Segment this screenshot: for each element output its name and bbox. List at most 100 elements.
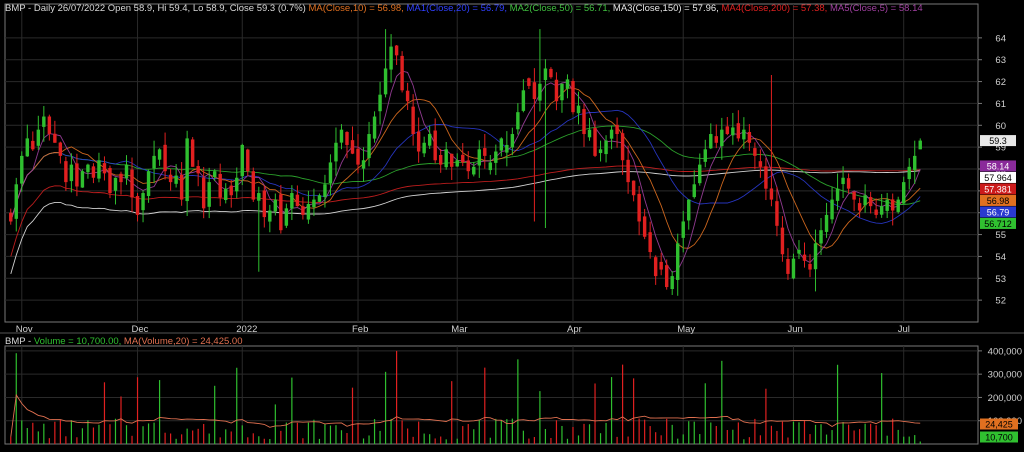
candle-body — [273, 199, 278, 212]
candle-body — [345, 132, 349, 145]
time-axis-label: 2022 — [236, 324, 257, 335]
candle-body — [301, 206, 305, 215]
time-axis-label: May — [677, 324, 695, 335]
price-marker-label: 56.79 — [987, 207, 1010, 217]
price-marker-label: 59.3 — [989, 136, 1007, 146]
candle-body — [775, 201, 779, 226]
candle-body — [312, 199, 316, 208]
candle-body — [168, 174, 173, 183]
candle-body — [400, 55, 404, 91]
candle-body — [554, 79, 559, 102]
candle-body — [207, 182, 211, 207]
candle-body — [813, 243, 818, 270]
candle-body — [466, 160, 470, 172]
candle-body — [615, 124, 619, 135]
candle-body — [152, 155, 156, 169]
candle-body — [14, 184, 18, 219]
candle-body — [124, 164, 129, 179]
candle-body — [758, 161, 763, 167]
time-axis-label: Jun — [787, 324, 802, 335]
price-marker-label: 57.381 — [984, 184, 1012, 194]
candle-body — [714, 136, 719, 143]
volume-header-part: Volume = 10,700.00, — [33, 336, 124, 347]
candle-body — [394, 45, 399, 56]
price-header-part: MA3(Close,150) = 57.96, — [612, 3, 722, 14]
candle-body — [334, 142, 338, 162]
price-tick-label: 55 — [995, 230, 1006, 241]
candle-body — [389, 46, 393, 70]
price-header-part: MA(Close,10) = 56.98, — [308, 3, 407, 14]
candle-body — [477, 149, 481, 166]
candle-body — [47, 116, 52, 135]
time-axis-label: Jul — [898, 324, 910, 335]
volume-marker-label: 24,425 — [985, 420, 1013, 430]
candle-body — [609, 129, 614, 139]
candle-body — [885, 199, 889, 211]
candle-body — [797, 249, 801, 254]
candle-body — [901, 182, 906, 204]
candle-body — [604, 140, 608, 155]
candle-body — [637, 193, 641, 222]
candle-body — [532, 82, 537, 100]
price-tick-label: 52 — [995, 296, 1006, 307]
price-tick-label: 64 — [995, 33, 1006, 44]
price-header-part: MA5(Close,5) = 58.14 — [829, 3, 923, 14]
candle-body — [659, 261, 663, 270]
candle-body — [427, 134, 432, 146]
candle-body — [505, 144, 509, 153]
volume-panel-frame — [4, 345, 979, 445]
candle-body — [422, 142, 426, 154]
candle-body — [58, 142, 63, 156]
candle-body — [438, 155, 443, 165]
candle-body — [736, 123, 741, 139]
chart-canvas[interactable]: 52535455565758596061626364NovDec2022FebM… — [0, 0, 1024, 447]
candle-body — [846, 178, 851, 189]
candle-body — [246, 149, 250, 172]
candle-body — [25, 138, 30, 157]
candle-body — [642, 216, 647, 237]
price-marker-label: 56.712 — [984, 219, 1012, 229]
price-header-part: BMP - Daily 26/07/2022 Open 58.9, Hi 59.… — [5, 3, 309, 14]
candle-body — [284, 208, 289, 226]
time-axis-label: Apr — [567, 324, 582, 335]
candle-body — [163, 144, 167, 172]
candle-body — [350, 140, 355, 154]
price-tick-label: 61 — [995, 99, 1006, 110]
candle-body — [450, 153, 454, 167]
stock-chart-window: 52535455565758596061626364NovDec2022FebM… — [0, 0, 1024, 447]
candle-body — [317, 195, 322, 202]
candle-body — [295, 194, 300, 207]
price-tick-label: 54 — [995, 252, 1006, 263]
candle-body — [229, 185, 233, 196]
candle-body — [69, 164, 74, 182]
volume-tick-label: 300,000 — [988, 370, 1022, 381]
time-axis-label: Mar — [451, 324, 467, 335]
candle-body — [9, 212, 13, 222]
candle-body — [75, 163, 79, 187]
candle-body — [808, 263, 812, 270]
candle-body — [620, 133, 625, 161]
candle-body — [108, 168, 112, 194]
candle-body — [196, 166, 200, 174]
candle-body — [328, 162, 333, 184]
candle-body — [405, 90, 410, 102]
candle-body — [444, 149, 448, 168]
price-tick-label: 53 — [995, 274, 1006, 285]
candle-body — [742, 129, 746, 140]
candle-body — [212, 171, 217, 178]
volume-marker-label: 10,700 — [985, 433, 1013, 443]
candle-body — [598, 149, 603, 154]
volume-header-part: BMP - — [5, 336, 34, 347]
candle-body — [725, 126, 730, 135]
candle-body — [653, 257, 658, 277]
candle-body — [488, 162, 493, 171]
candle-body — [361, 160, 366, 169]
candle-body — [896, 199, 900, 212]
candle-body — [521, 90, 526, 111]
candle-body — [764, 166, 768, 189]
candle-body — [224, 188, 228, 201]
candle-body — [290, 193, 294, 209]
candle-body — [86, 164, 90, 173]
candle-body — [372, 116, 377, 139]
candle-body — [378, 94, 382, 112]
